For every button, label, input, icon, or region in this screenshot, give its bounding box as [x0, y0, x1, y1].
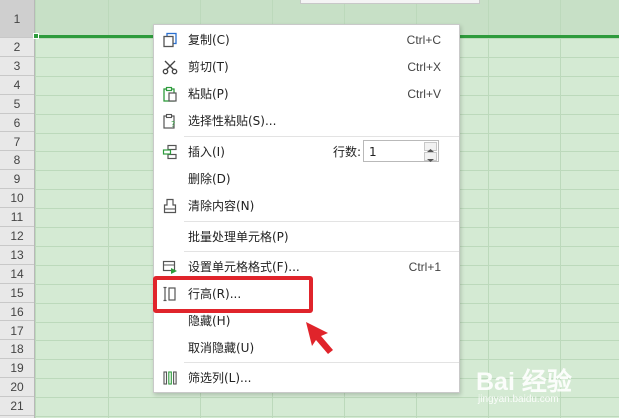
- row-header-cell[interactable]: 4: [0, 76, 34, 95]
- menu-shortcut-cut: Ctrl+X: [407, 60, 441, 74]
- row-header-cell[interactable]: 5: [0, 95, 34, 114]
- format-cells-icon: [162, 260, 177, 274]
- row-header-cell[interactable]: 18: [0, 340, 34, 360]
- row-header-cell[interactable]: 13: [0, 246, 34, 265]
- grid-column-line: [35, 0, 36, 418]
- watermark: Bai 经验 jingyan.baidu.com: [476, 362, 616, 414]
- menu-label-insert: 插入(I): [188, 145, 225, 159]
- paste-icon: [163, 86, 177, 102]
- caret-down-icon: [427, 159, 434, 162]
- menu-separator: [184, 251, 459, 252]
- grid-column-line: [560, 0, 561, 418]
- menu-item-cut[interactable]: 剪切(T) Ctrl+X: [154, 54, 459, 80]
- row-header-cell[interactable]: 9: [0, 170, 34, 190]
- menu-item-filter-columns[interactable]: 筛选列(L)...: [154, 365, 459, 391]
- row-header-column[interactable]: 1 2 3 4 5 6 7 8 9 10 11 12 13 14 15 16 17 18 19 20 21: [0, 0, 35, 418]
- menu-label-paste: 粘贴(P): [188, 87, 229, 101]
- row-header-cell[interactable]: 8: [0, 151, 34, 171]
- fill-handle[interactable]: [33, 33, 39, 39]
- menu-label-clear-contents: 清除内容(N): [188, 199, 255, 213]
- row-header-cell[interactable]: 3: [0, 57, 34, 76]
- eraser-icon: [163, 198, 177, 214]
- row-header-cell[interactable]: 16: [0, 303, 34, 322]
- row-header-cell[interactable]: 10: [0, 189, 34, 209]
- menu-item-insert[interactable]: 插入(I) 行数: 1: [154, 139, 459, 165]
- row-header-cell[interactable]: 17: [0, 322, 34, 341]
- insert-row-icon: [162, 144, 177, 160]
- row-header-cell[interactable]: 7: [0, 133, 34, 152]
- menu-item-paste[interactable]: 粘贴(P) Ctrl+V: [154, 81, 459, 107]
- menu-label-copy: 复制(C): [188, 33, 230, 47]
- row-header-cell[interactable]: 12: [0, 227, 34, 246]
- row-header-cell[interactable]: 2: [0, 38, 34, 57]
- menu-label-batch-process: 批量处理单元格(P): [188, 230, 289, 244]
- copy-icon: [163, 32, 177, 48]
- paste-special-icon: ?: [163, 113, 175, 129]
- grid-column-line: [488, 0, 489, 418]
- menu-label-paste-special: 选择性粘贴(S)...: [188, 114, 277, 128]
- menu-item-delete[interactable]: 删除(D): [154, 166, 459, 192]
- menu-item-copy[interactable]: 复制(C) Ctrl+C: [154, 27, 459, 53]
- row-header-cell[interactable]: 6: [0, 114, 34, 133]
- highlight-box: [153, 276, 313, 313]
- scissors-icon: [162, 60, 178, 75]
- watermark-sub-text: jingyan.baidu.com: [478, 394, 559, 405]
- row-header-cell[interactable]: 1: [0, 0, 34, 38]
- row-header-cell[interactable]: 21: [0, 397, 34, 416]
- menu-shortcut-copy: Ctrl+C: [406, 33, 441, 47]
- menu-item-batch-process[interactable]: 批量处理单元格(P): [154, 224, 459, 250]
- menu-separator: [184, 136, 459, 137]
- menu-label-cut: 剪切(T): [188, 60, 229, 74]
- menu-shortcut-format-cells: Ctrl+1: [408, 260, 441, 274]
- row-count-value: 1: [369, 145, 377, 159]
- menu-label-unhide: 取消隐藏(U): [188, 341, 255, 355]
- spin-up-button[interactable]: [424, 142, 437, 152]
- grid-row-line: [35, 416, 619, 417]
- row-count-input[interactable]: 1: [363, 140, 439, 162]
- row-header-cell[interactable]: 15: [0, 284, 34, 303]
- menu-label-hide: 隐藏(H): [188, 314, 231, 328]
- menu-shortcut-paste: Ctrl+V: [407, 87, 441, 101]
- row-header-cell[interactable]: 11: [0, 208, 34, 227]
- watermark-main-text: Bai 经验: [476, 368, 572, 396]
- svg-text:?: ?: [171, 120, 175, 129]
- menu-item-paste-special[interactable]: ? 选择性粘贴(S)...: [154, 108, 459, 134]
- arrow-pointer-icon: [306, 322, 333, 354]
- menu-separator: [184, 362, 459, 363]
- menu-label-filter-columns: 筛选列(L)...: [188, 371, 252, 385]
- row-count-label: 行数:: [333, 145, 362, 159]
- menu-item-clear-contents[interactable]: 清除内容(N): [154, 193, 459, 219]
- grid-column-line: [108, 0, 109, 418]
- top-widget: [300, 0, 480, 4]
- row-header-cell[interactable]: 19: [0, 359, 34, 379]
- row-header-cell[interactable]: 14: [0, 265, 34, 284]
- menu-label-delete: 删除(D): [188, 172, 231, 186]
- filter-columns-icon: [163, 371, 177, 385]
- spin-down-button[interactable]: [424, 152, 437, 162]
- menu-label-format-cells: 设置单元格格式(F)...: [188, 260, 300, 274]
- row-header-cell[interactable]: 20: [0, 378, 34, 398]
- menu-separator: [184, 221, 459, 222]
